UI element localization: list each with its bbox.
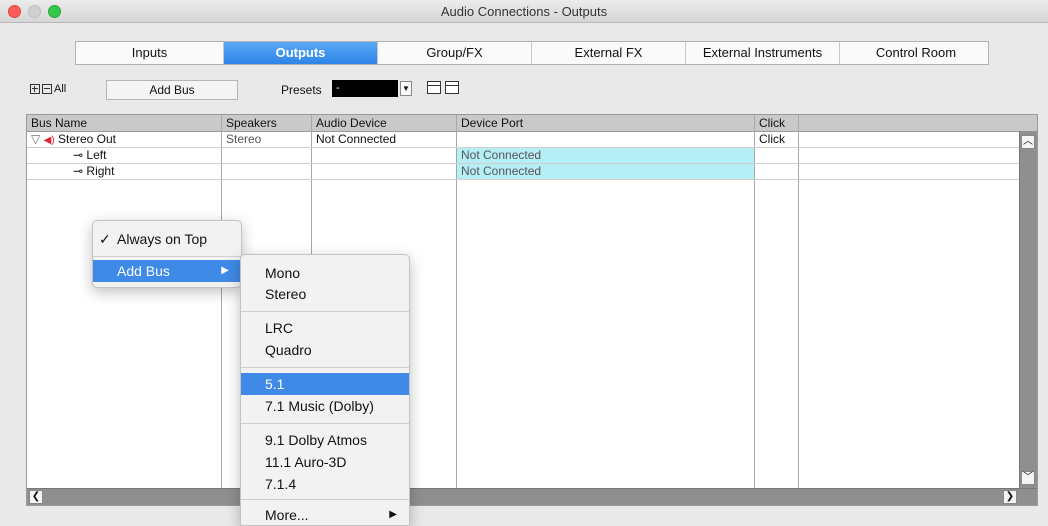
bus-name-cell: ⊸ Right (69, 164, 114, 179)
tab-control-room[interactable]: Control Room (840, 42, 992, 64)
menu-separator (241, 499, 409, 500)
bus-name: Right (86, 164, 115, 178)
menu-separator (241, 367, 409, 368)
device-port-cell[interactable]: Not Connected (457, 148, 754, 163)
presets-select[interactable]: - (332, 80, 398, 97)
tab-outputs[interactable]: Outputs (224, 42, 378, 64)
checkmark-icon: ✓ (99, 231, 111, 247)
bus-name: Left (86, 148, 107, 162)
submenu-arrow-icon: ▶ (389, 509, 397, 520)
column-header-click[interactable]: Click (755, 116, 785, 130)
port-connector-icon: ⊸ (73, 148, 84, 162)
port-connector-icon: ⊸ (73, 164, 84, 178)
menu-item-always-on-top[interactable]: ✓ Always on Top (93, 228, 241, 250)
disclosure-triangle-icon[interactable]: ▽ (31, 132, 40, 146)
presets-label: Presets (281, 83, 322, 97)
click-cell[interactable]: Click (755, 132, 785, 147)
menu-item-add-bus[interactable]: Add Bus ▶ (93, 260, 241, 282)
submenu-item-7-1-music-dolby[interactable]: 7.1 Music (Dolby) (241, 395, 409, 417)
scroll-down-arrow-icon[interactable]: ﹀ (1021, 471, 1035, 485)
add-bus-submenu: Mono Stereo LRC Quadro 5.1 7.1 Music (Do… (240, 254, 410, 526)
tab-bar: Inputs Outputs Group/FX External FX Exte… (75, 41, 989, 65)
submenu-item-quadro[interactable]: Quadro (241, 339, 409, 361)
horizontal-scrollbar[interactable]: ❮ ❯ (27, 488, 1037, 505)
connections-table: Bus Name Speakers Audio Device Device Po… (26, 114, 1038, 506)
window-title: Audio Connections - Outputs (440, 4, 608, 19)
submenu-item-5-1[interactable]: 5.1 (241, 373, 409, 395)
menu-item-label: Add Bus (117, 263, 170, 279)
chevron-down-icon[interactable]: ▼ (400, 81, 412, 96)
toolbar: All Add Bus Presets - ▼ (30, 80, 1030, 100)
audio-device-cell[interactable]: Not Connected (312, 132, 396, 147)
menu-item-label: Always on Top (117, 231, 208, 247)
bus-name-cell: ▽ ◀) Stereo Out (27, 132, 221, 148)
scroll-up-arrow-icon[interactable]: ︿ (1021, 135, 1035, 149)
title-bar: Audio Connections - Outputs (0, 0, 1048, 23)
store-preset-icon[interactable] (427, 81, 441, 94)
column-header-bus-name[interactable]: Bus Name (27, 116, 87, 130)
menu-separator (241, 423, 409, 424)
table-row[interactable]: ▽ ◀) Stereo Out Stereo Not Connected Cli… (27, 132, 1021, 148)
submenu-item-9-1-dolby-atmos[interactable]: 9.1 Dolby Atmos (241, 429, 409, 451)
submenu-arrow-icon: ▶ (221, 265, 229, 276)
tab-external-fx[interactable]: External FX (532, 42, 686, 64)
menu-separator (93, 256, 241, 257)
expand-collapse-all: All (30, 83, 66, 95)
tab-group-fx[interactable]: Group/FX (378, 42, 532, 64)
submenu-item-stereo[interactable]: Stereo (241, 283, 409, 305)
minus-box-icon[interactable] (42, 84, 52, 94)
all-label: All (54, 83, 67, 95)
add-bus-button[interactable]: Add Bus (106, 80, 238, 100)
column-header-device-port[interactable]: Device Port (457, 116, 523, 130)
menu-separator (241, 311, 409, 312)
bus-name: Stereo Out (57, 132, 116, 146)
remove-preset-icon[interactable] (445, 81, 459, 94)
submenu-item-11-1-auro-3d[interactable]: 11.1 Auro-3D (241, 451, 409, 473)
column-header-speakers[interactable]: Speakers (222, 116, 277, 130)
submenu-item-mono[interactable]: Mono (241, 262, 409, 284)
context-menu: ✓ Always on Top Add Bus ▶ (92, 220, 242, 288)
scroll-left-arrow-icon[interactable]: ❮ (29, 490, 43, 504)
scroll-right-arrow-icon[interactable]: ❯ (1003, 490, 1017, 504)
speakers-cell: Stereo (226, 132, 262, 146)
speaker-icon: ◀) (43, 135, 55, 146)
menu-item-label: More... (265, 507, 309, 523)
vertical-scrollbar[interactable]: ︿ ﹀ (1019, 131, 1037, 489)
submenu-item-more[interactable]: More... ▶ (241, 504, 409, 526)
tab-inputs[interactable]: Inputs (76, 42, 224, 64)
table-header: Bus Name Speakers Audio Device Device Po… (27, 115, 1037, 132)
tab-external-instruments[interactable]: External Instruments (686, 42, 840, 64)
table-row[interactable]: ⊸ Right Not Connected (27, 164, 1021, 180)
table-row[interactable]: ⊸ Left Not Connected (27, 148, 1021, 164)
bus-name-cell: ⊸ Left (69, 148, 106, 163)
submenu-item-lrc[interactable]: LRC (241, 317, 409, 339)
device-port-cell[interactable]: Not Connected (457, 164, 754, 179)
plus-box-icon[interactable] (30, 84, 40, 94)
submenu-item-7-1-4[interactable]: 7.1.4 (241, 473, 409, 495)
column-header-audio-device[interactable]: Audio Device (312, 116, 387, 130)
